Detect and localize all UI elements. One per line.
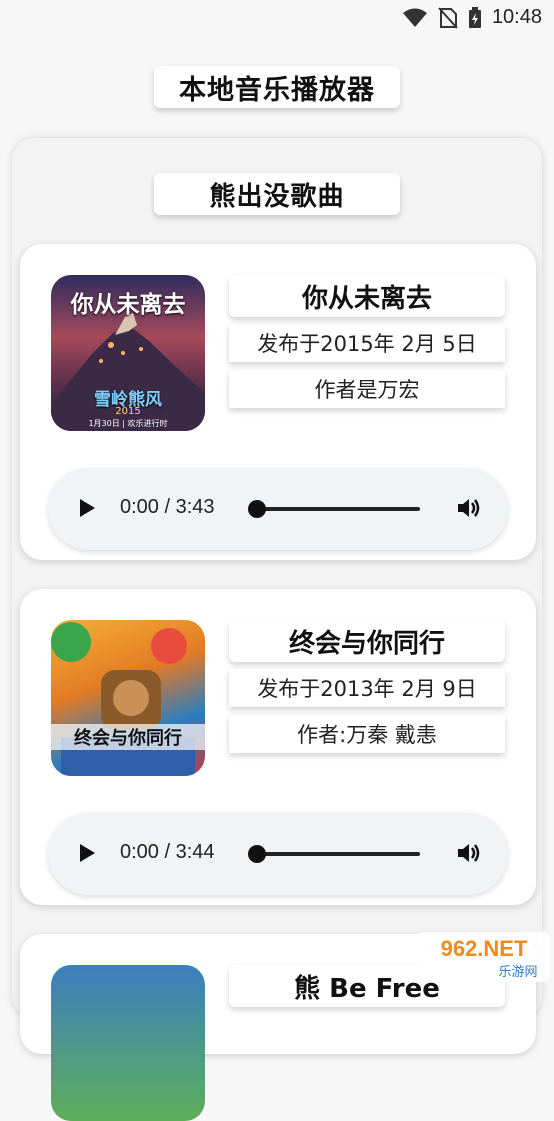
song-title: 终会与你同行 (229, 620, 505, 662)
watermark-brand: 962.NET (441, 936, 528, 961)
audio-player: 0:00 / 3:43 (48, 468, 508, 550)
author-line: 作者:万秦 戴恚 (229, 715, 505, 753)
cover-date-text: 1月30日 | 欢乐进行时 (88, 419, 168, 428)
seek-handle[interactable] (248, 500, 266, 518)
status-bar: 10:48 (0, 0, 554, 38)
page-title: 本地音乐播放器 (154, 66, 400, 108)
album-title: 熊出没歌曲 (154, 173, 400, 215)
seek-bar[interactable] (256, 852, 420, 856)
album-cover-image: 终会与你同行 (51, 620, 205, 776)
cover-title-text: 你从未离去 (70, 292, 186, 318)
play-icon[interactable] (80, 499, 95, 517)
wifi-icon (402, 8, 427, 27)
release-date: 发布于2015年 2月 5日 (229, 324, 505, 362)
song-card: 终会与你同行 终会与你同行 发布于2013年 2月 9日 作者:万秦 戴恚 0:… (20, 589, 536, 905)
album-cover-image: 你从未离去 雪岭熊风 2015 1月30日 | 欢乐进行时 (51, 275, 205, 431)
battery-charging-icon (468, 6, 481, 28)
seek-bar[interactable] (256, 507, 420, 511)
clock: 10:48 (491, 6, 542, 28)
song-title: 你从未离去 (229, 275, 505, 317)
author-line: 作者是万宏 (229, 370, 505, 408)
audio-player: 0:00 / 3:44 (48, 813, 508, 895)
volume-icon[interactable] (456, 841, 482, 865)
cover-year-text: 2015 (115, 406, 141, 417)
watermark-logo: 962.NET 乐游网 (418, 932, 550, 982)
album-cover-image (51, 965, 205, 1121)
playback-time: 0:00 / 3:43 (120, 496, 215, 518)
watermark-sub: 乐游网 (498, 965, 537, 980)
seek-handle[interactable] (248, 845, 266, 863)
release-date: 发布于2013年 2月 9日 (229, 669, 505, 707)
playback-time: 0:00 / 3:44 (120, 841, 215, 863)
no-sim-icon (438, 6, 458, 29)
cover-title-text: 终会与你同行 (51, 724, 205, 750)
song-card: 你从未离去 雪岭熊风 2015 1月30日 | 欢乐进行时 你从未离去 发布于2… (20, 244, 536, 560)
volume-icon[interactable] (456, 496, 482, 520)
play-icon[interactable] (80, 844, 95, 862)
